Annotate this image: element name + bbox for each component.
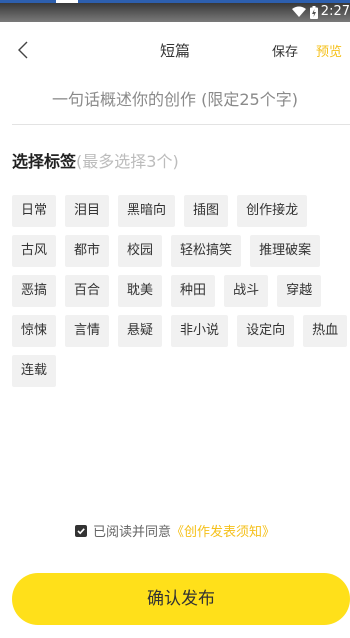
- wifi-icon: [291, 6, 307, 18]
- agreement-link[interactable]: 《创作发表须知》: [171, 525, 275, 540]
- tag-chip[interactable]: 泪目: [65, 195, 110, 227]
- agreement-row: 已阅读并同意《创作发表须知》: [0, 521, 350, 540]
- agreement-checkbox[interactable]: [74, 524, 87, 537]
- tag-chip[interactable]: 轻松搞笑: [171, 235, 242, 267]
- tag-chip[interactable]: 百合: [65, 275, 110, 307]
- tag-chip[interactable]: 热血: [303, 315, 348, 347]
- tag-row: 古风 都市 校园 轻松搞笑 推理破案: [12, 235, 350, 267]
- top-bar: 短篇 保存 预览: [0, 22, 350, 78]
- save-button[interactable]: 保存: [272, 41, 298, 60]
- tags-section-label: 选择标签: [12, 152, 77, 171]
- tag-chip[interactable]: 插图: [184, 195, 229, 227]
- tag-chip[interactable]: 言情: [65, 315, 110, 347]
- tag-row: 日常 泪目 黑暗向 插图 创作接龙: [12, 195, 350, 227]
- status-time: 2:27: [320, 4, 350, 19]
- divider: [12, 124, 350, 125]
- tags-section-hint: (最多选择3个): [76, 152, 179, 171]
- agreement-text: 已阅读并同意: [92, 525, 171, 540]
- battery-charging-icon: [309, 5, 318, 19]
- status-bar: 2:27: [0, 0, 350, 22]
- tag-chip[interactable]: 日常: [12, 195, 57, 227]
- tag-chip[interactable]: 创作接龙: [237, 195, 308, 227]
- tag-chip[interactable]: 连载: [12, 355, 57, 387]
- tag-chip[interactable]: 古风: [12, 235, 57, 267]
- tag-chip[interactable]: 推理破案: [250, 235, 321, 267]
- check-icon: [77, 527, 85, 534]
- publish-button[interactable]: 确认发布: [12, 573, 350, 625]
- tag-chip[interactable]: 耽美: [118, 275, 163, 307]
- tag-chip[interactable]: 非小说: [171, 315, 229, 347]
- tag-row: 惊悚 言情 悬疑 非小说 设定向 热血: [12, 315, 350, 347]
- tag-chip[interactable]: 设定向: [237, 315, 295, 347]
- tag-chip[interactable]: 惊悚: [12, 315, 57, 347]
- tag-list: 日常 泪目 黑暗向 插图 创作接龙 古风 都市 校园 轻松搞笑 推理破案 恶搞 百合 耽美 种田 战斗 穿越惊…: [12, 195, 350, 395]
- tag-chip[interactable]: 悬疑: [118, 315, 163, 347]
- tags-section-title: 选择标签(最多选择3个): [12, 148, 179, 172]
- status-bar-marker: [56, 0, 78, 3]
- tag-chip[interactable]: 种田: [171, 275, 216, 307]
- status-icons: 2:27: [291, 5, 350, 19]
- tag-chip[interactable]: 校园: [118, 235, 163, 267]
- tag-chip[interactable]: 穿越: [277, 275, 322, 307]
- tag-chip[interactable]: 恶搞: [12, 275, 57, 307]
- tag-row: 恶搞 百合 耽美 种田 战斗 穿越: [12, 275, 350, 307]
- summary-input[interactable]: [12, 80, 338, 118]
- status-bar-edge: [0, 0, 350, 3]
- tag-chip[interactable]: 黑暗向: [118, 195, 176, 227]
- tag-chip[interactable]: 都市: [65, 235, 110, 267]
- tag-row: 连载: [12, 355, 350, 387]
- tag-chip[interactable]: 战斗: [224, 275, 269, 307]
- preview-button[interactable]: 预览: [316, 41, 342, 60]
